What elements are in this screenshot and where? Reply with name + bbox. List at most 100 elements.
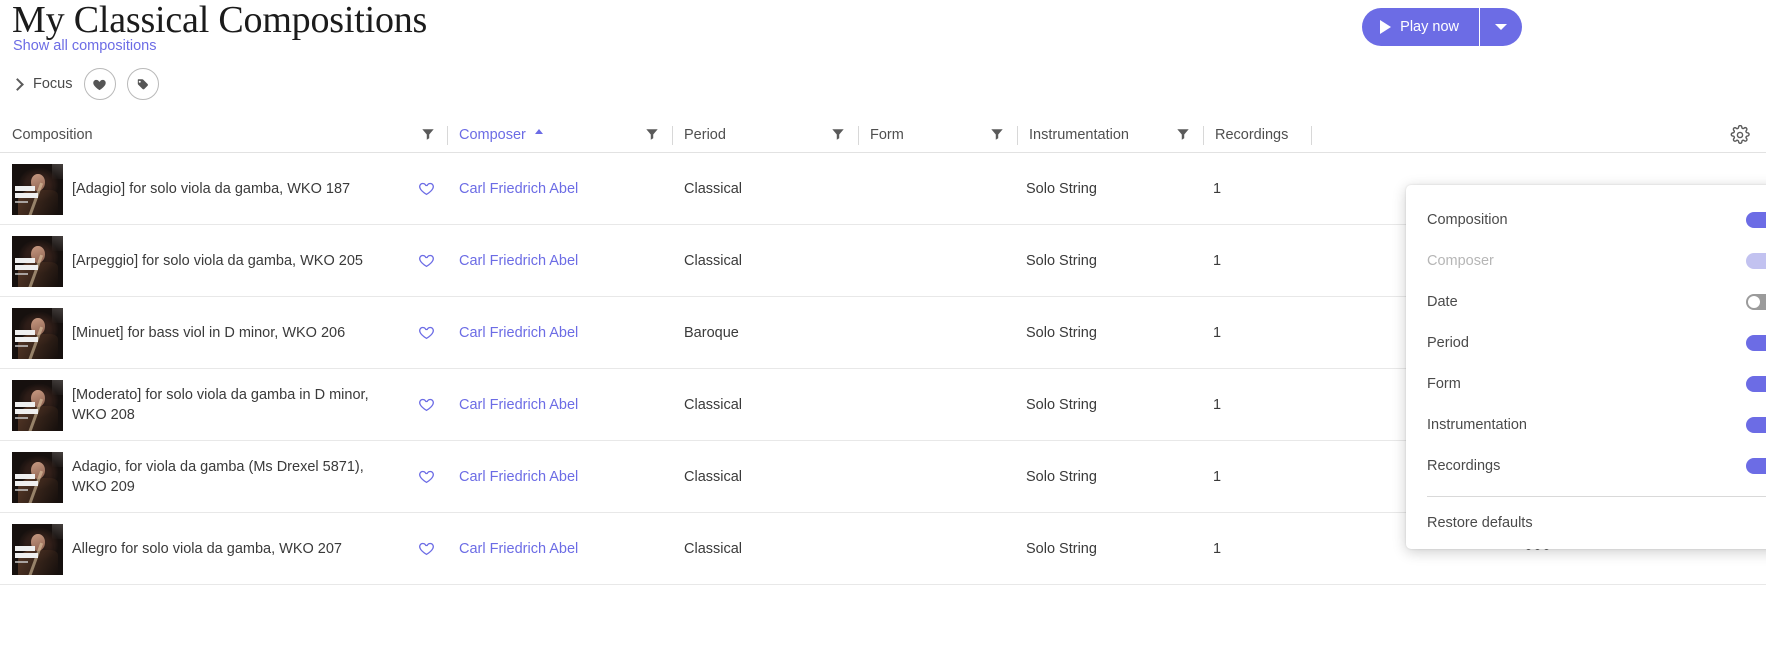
column-header-instrumentation[interactable]: Instrumentation (1029, 116, 1129, 153)
cell-period: Baroque (684, 324, 739, 341)
column-toggle-row[interactable]: Form (1406, 363, 1766, 404)
column-header-period[interactable]: Period (684, 116, 726, 153)
heart-outline-icon (419, 254, 434, 268)
favorite-toggle-button[interactable] (418, 153, 435, 224)
tag-icon (137, 78, 148, 89)
column-toggle-row[interactable]: Recordings (1406, 445, 1766, 486)
table-header-row: Composition Composer Period Form Instrum… (0, 116, 1766, 153)
column-divider[interactable] (1311, 126, 1312, 145)
cell-instrumentation: Solo String (1026, 180, 1097, 197)
page-title: My Classical Compositions (12, 0, 428, 41)
album-cover-thumbnail[interactable] (12, 307, 63, 359)
album-cover-thumbnail[interactable] (12, 163, 63, 215)
column-toggle-label: Composer (1427, 252, 1494, 269)
favorites-filter-button[interactable] (83, 68, 116, 100)
column-label: Instrumentation (1029, 126, 1129, 143)
favorite-toggle-button[interactable] (418, 297, 435, 368)
column-divider[interactable] (672, 126, 673, 145)
album-cover-thumbnail[interactable] (12, 523, 63, 575)
tags-filter-button[interactable] (126, 68, 159, 100)
filter-icon-instrumentation[interactable] (1176, 127, 1190, 141)
favorite-toggle-button[interactable] (418, 441, 435, 512)
column-toggle-label: Form (1427, 375, 1461, 392)
column-divider[interactable] (858, 126, 859, 145)
focus-bar: Focus (10, 68, 159, 100)
cell-period: Classical (684, 540, 743, 557)
sort-ascending-icon (534, 128, 543, 134)
cell-period: Classical (684, 396, 743, 413)
cell-instrumentation: Solo String (1026, 540, 1097, 557)
column-label: Composition (12, 126, 93, 143)
cell-recordings: 1 (1213, 324, 1222, 341)
column-toggle-label: Period (1427, 334, 1469, 351)
cell-composition: Adagio, for viola da gamba (Ms Drexel 58… (72, 458, 364, 495)
column-label: Composer (459, 126, 526, 143)
cell-period: Classical (684, 252, 743, 269)
restore-defaults-button[interactable]: Restore defaults (1406, 497, 1766, 549)
column-toggle-row[interactable]: Date (1406, 281, 1766, 322)
column-toggle-switch[interactable] (1746, 293, 1766, 310)
chevron-right-icon (10, 77, 24, 91)
cell-composer-link[interactable]: Carl Friedrich Abel (459, 297, 578, 368)
play-now-label: Play now (1400, 19, 1459, 35)
filter-icon-form[interactable] (990, 127, 1004, 141)
filter-icon-composer[interactable] (645, 127, 659, 141)
favorite-toggle-button[interactable] (418, 369, 435, 440)
focus-label: Focus (33, 76, 73, 92)
favorite-toggle-button[interactable] (418, 513, 435, 584)
heart-outline-icon (419, 542, 434, 556)
play-now-button-group: Play now (1362, 8, 1522, 46)
column-toggle-row[interactable]: Composition (1406, 199, 1766, 240)
focus-toggle[interactable]: Focus (10, 76, 73, 92)
column-header-composer[interactable]: Composer (459, 116, 543, 153)
gear-icon[interactable] (1730, 124, 1750, 145)
column-toggle-row[interactable]: Composer (1406, 240, 1766, 281)
column-toggle-row[interactable]: Instrumentation (1406, 404, 1766, 445)
cell-period: Classical (684, 468, 743, 485)
cell-instrumentation: Solo String (1026, 396, 1097, 413)
cell-composer-link[interactable]: Carl Friedrich Abel (459, 153, 578, 224)
cell-recordings: 1 (1213, 540, 1222, 557)
column-toggle-switch[interactable] (1746, 211, 1766, 228)
heart-outline-icon (419, 398, 434, 412)
heart-outline-icon (419, 326, 434, 340)
heart-outline-icon (419, 470, 434, 484)
app-page: My Classical Compositions Show all compo… (0, 0, 1766, 665)
cell-composer-link[interactable]: Carl Friedrich Abel (459, 369, 578, 440)
column-label: Form (870, 126, 904, 143)
cell-composer-link[interactable]: Carl Friedrich Abel (459, 513, 578, 584)
cell-recordings: 1 (1213, 396, 1222, 413)
column-divider[interactable] (447, 126, 448, 145)
column-toggle-switch[interactable] (1746, 375, 1766, 392)
album-cover-thumbnail[interactable] (12, 379, 63, 431)
show-all-compositions-link[interactable]: Show all compositions (13, 38, 156, 54)
chevron-down-icon (1495, 24, 1507, 30)
column-toggle-switch[interactable] (1746, 252, 1766, 269)
album-cover-thumbnail[interactable] (12, 235, 63, 287)
column-toggle-label: Recordings (1427, 457, 1501, 474)
play-now-button[interactable]: Play now (1362, 8, 1479, 46)
cell-period: Classical (684, 180, 743, 197)
column-label: Recordings (1215, 126, 1289, 143)
play-options-dropdown-button[interactable] (1480, 8, 1522, 46)
column-toggle-label: Date (1427, 293, 1458, 310)
column-header-composition[interactable]: Composition (12, 116, 93, 153)
cell-composition: [Moderato] for solo viola da gamba in D … (72, 386, 369, 423)
column-divider[interactable] (1203, 126, 1204, 145)
column-divider[interactable] (1017, 126, 1018, 145)
cell-composition: [Minuet] for bass viol in D minor, WKO 2… (72, 324, 346, 341)
column-toggle-switch[interactable] (1746, 334, 1766, 351)
cell-composer-link[interactable]: Carl Friedrich Abel (459, 225, 578, 296)
cell-instrumentation: Solo String (1026, 468, 1097, 485)
column-toggle-row[interactable]: Period (1406, 322, 1766, 363)
column-header-form[interactable]: Form (870, 116, 904, 153)
column-header-recordings[interactable]: Recordings (1215, 116, 1288, 153)
album-cover-thumbnail[interactable] (12, 451, 63, 503)
cell-composer-link[interactable]: Carl Friedrich Abel (459, 441, 578, 512)
filter-icon-period[interactable] (831, 127, 845, 141)
filter-icon-composition[interactable] (421, 127, 435, 141)
favorite-toggle-button[interactable] (418, 225, 435, 296)
column-toggle-switch[interactable] (1746, 457, 1766, 474)
column-toggle-switch[interactable] (1746, 416, 1766, 433)
cell-recordings: 1 (1213, 180, 1222, 197)
